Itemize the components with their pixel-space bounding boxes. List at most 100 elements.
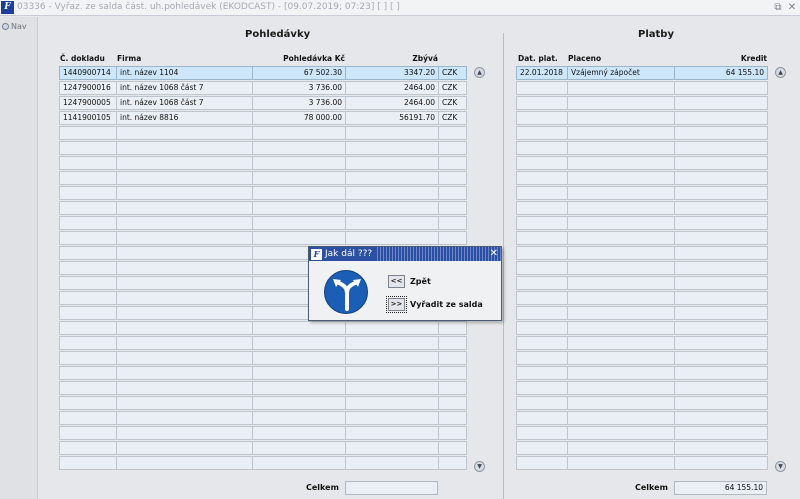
receivable-cell[interactable]: 3 736.00	[252, 81, 346, 95]
payment-cell[interactable]	[567, 126, 675, 140]
scroll-up-icon[interactable]: ▲	[474, 67, 485, 78]
payment-row[interactable]	[516, 201, 768, 215]
receivable-cell[interactable]	[345, 126, 439, 140]
receivable-cell[interactable]	[116, 231, 253, 245]
payment-cell[interactable]	[674, 291, 768, 305]
payment-row[interactable]	[516, 411, 768, 425]
receivable-cell[interactable]	[252, 381, 346, 395]
receivable-cell[interactable]	[252, 441, 346, 455]
receivable-cell[interactable]	[438, 171, 467, 185]
payment-cell[interactable]	[567, 351, 675, 365]
receivable-cell[interactable]	[116, 351, 253, 365]
receivable-cell[interactable]	[345, 171, 439, 185]
receivable-cell[interactable]	[252, 396, 346, 410]
receivable-cell[interactable]: CZK	[438, 111, 467, 125]
receivable-cell[interactable]: CZK	[438, 96, 467, 110]
payment-row[interactable]	[516, 111, 768, 125]
payment-cell[interactable]	[567, 456, 675, 470]
receivable-cell[interactable]: CZK	[438, 66, 467, 80]
receivable-row[interactable]	[59, 141, 467, 155]
payment-cell[interactable]	[674, 261, 768, 275]
receivable-cell[interactable]: 1141900105	[59, 111, 117, 125]
payment-cell[interactable]	[567, 426, 675, 440]
payment-row[interactable]	[516, 81, 768, 95]
payment-cell[interactable]	[516, 201, 568, 215]
receivable-cell[interactable]: 2464.00	[345, 81, 439, 95]
payment-cell[interactable]	[567, 111, 675, 125]
receivable-cell[interactable]	[59, 381, 117, 395]
receivable-cell[interactable]	[438, 411, 467, 425]
receivable-row[interactable]	[59, 216, 467, 230]
payment-cell[interactable]	[516, 381, 568, 395]
receivable-row[interactable]	[59, 201, 467, 215]
receivable-cell[interactable]	[438, 366, 467, 380]
receivable-cell[interactable]	[116, 441, 253, 455]
payment-cell[interactable]	[516, 261, 568, 275]
payment-row[interactable]	[516, 306, 768, 320]
payment-row[interactable]	[516, 351, 768, 365]
payment-cell[interactable]	[674, 411, 768, 425]
receivable-cell[interactable]	[59, 321, 117, 335]
payment-cell[interactable]	[674, 111, 768, 125]
receivable-row[interactable]	[59, 396, 467, 410]
receivable-cell[interactable]	[59, 441, 117, 455]
payment-cell[interactable]	[674, 216, 768, 230]
receivable-cell[interactable]	[438, 336, 467, 350]
payment-row[interactable]: 22.01.2018 Vzájemný zápočet 64 155.10	[516, 66, 768, 80]
receivable-cell[interactable]	[116, 291, 253, 305]
receivable-cell[interactable]	[59, 276, 117, 290]
receivable-row[interactable]	[59, 171, 467, 185]
receivable-cell[interactable]	[59, 306, 117, 320]
payment-cell[interactable]	[516, 426, 568, 440]
receivable-cell[interactable]	[116, 186, 253, 200]
payment-row[interactable]	[516, 396, 768, 410]
receivable-row[interactable]: 1141900105 int. název 8816 78 000.00 56191.…	[59, 111, 467, 125]
receivable-cell[interactable]	[438, 216, 467, 230]
payment-cell[interactable]	[567, 336, 675, 350]
receivable-cell[interactable]	[116, 276, 253, 290]
payment-cell[interactable]	[674, 81, 768, 95]
payment-cell[interactable]: Vzájemný zápočet	[567, 66, 675, 80]
receivable-cell[interactable]	[59, 171, 117, 185]
receivable-row[interactable]	[59, 156, 467, 170]
receivable-cell[interactable]	[345, 411, 439, 425]
scroll-down-icon[interactable]: ▼	[474, 461, 485, 472]
receivable-row[interactable]	[59, 441, 467, 455]
receivable-cell[interactable]	[116, 156, 253, 170]
receivable-cell[interactable]	[345, 186, 439, 200]
payment-cell[interactable]	[674, 126, 768, 140]
payment-cell[interactable]	[516, 291, 568, 305]
receivable-cell[interactable]: int. název 8816	[116, 111, 253, 125]
receivable-cell[interactable]	[116, 246, 253, 260]
receivable-cell[interactable]	[116, 396, 253, 410]
payment-cell[interactable]	[516, 216, 568, 230]
payment-cell[interactable]	[516, 126, 568, 140]
payment-cell[interactable]	[516, 81, 568, 95]
payment-cell[interactable]: 64 155.10	[674, 66, 768, 80]
payment-cell[interactable]	[674, 141, 768, 155]
payment-cell[interactable]	[567, 201, 675, 215]
receivable-row[interactable]	[59, 126, 467, 140]
receivable-row[interactable]	[59, 231, 467, 245]
receivable-cell[interactable]: CZK	[438, 81, 467, 95]
receivable-row[interactable]: 1440900714 int. název 1104 67 502.30 3347.2…	[59, 66, 467, 80]
payment-cell[interactable]	[516, 351, 568, 365]
receivable-cell[interactable]	[438, 156, 467, 170]
receivable-cell[interactable]	[345, 456, 439, 470]
receivable-cell[interactable]: 1247900005	[59, 96, 117, 110]
payment-row[interactable]	[516, 456, 768, 470]
receivable-row[interactable]	[59, 186, 467, 200]
payment-cell[interactable]	[567, 321, 675, 335]
payment-cell[interactable]	[567, 276, 675, 290]
payment-cell[interactable]	[516, 396, 568, 410]
payment-cell[interactable]	[674, 231, 768, 245]
payment-cell[interactable]	[674, 306, 768, 320]
receivable-cell[interactable]	[252, 426, 346, 440]
receivable-cell[interactable]	[116, 336, 253, 350]
payments-scroll-up-icon[interactable]: ▲	[775, 67, 786, 78]
receivable-cell[interactable]	[345, 441, 439, 455]
receivable-row[interactable]	[59, 366, 467, 380]
receivable-cell[interactable]	[59, 411, 117, 425]
payment-row[interactable]	[516, 96, 768, 110]
payment-row[interactable]	[516, 321, 768, 335]
